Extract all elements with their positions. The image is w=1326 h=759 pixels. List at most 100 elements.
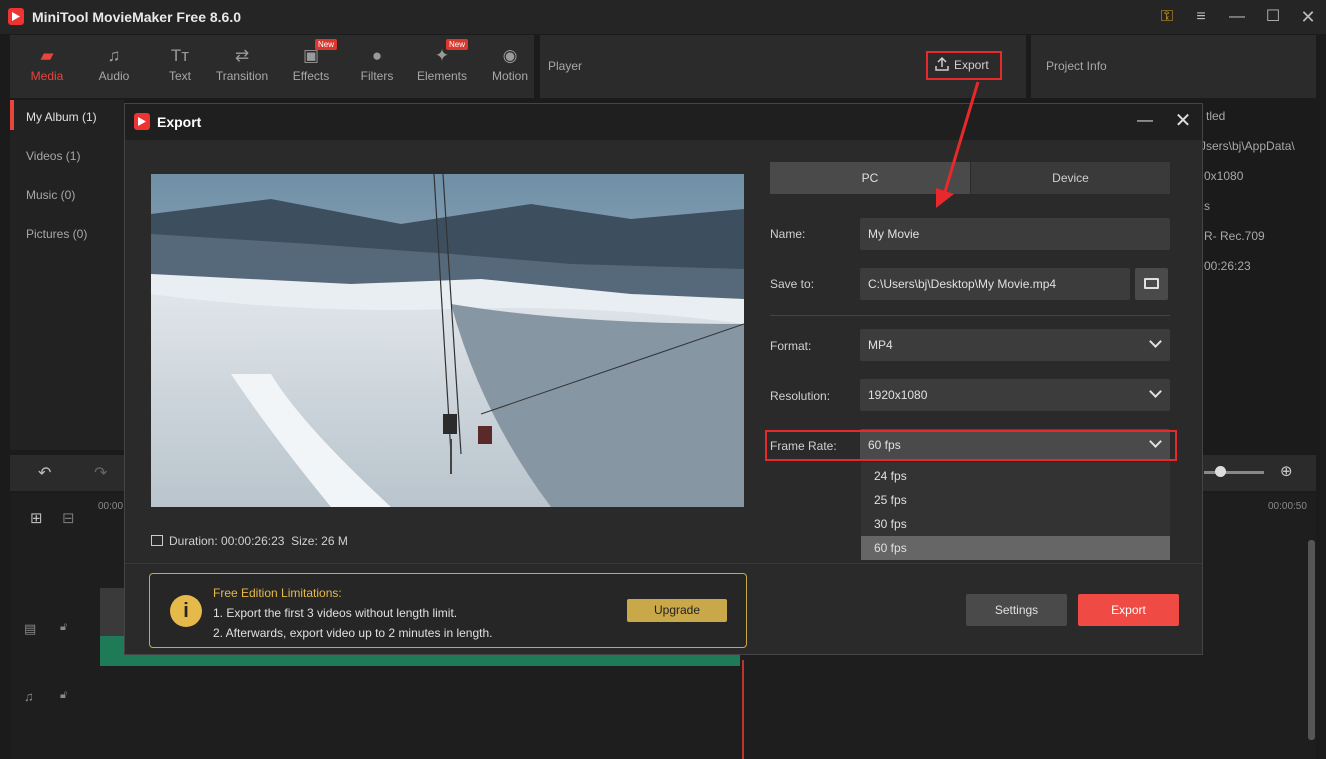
tab-audio[interactable]: ♫ Audio bbox=[82, 45, 146, 83]
fps-option-24[interactable]: 24 fps bbox=[861, 464, 1170, 488]
timeline-scrollbar[interactable] bbox=[1308, 540, 1315, 740]
audio-track-icon: ♫ bbox=[24, 689, 34, 704]
tab-text[interactable]: Tт Text bbox=[148, 45, 212, 83]
ruler-end: 00:00:50 bbox=[1268, 501, 1307, 512]
limitations-title: Free Edition Limitations: bbox=[213, 586, 342, 600]
media-toolbar: ▰ Media ♫ Audio Tт Text ⇄ Transition ▣ N… bbox=[10, 35, 534, 98]
menu-icon[interactable]: ≡ bbox=[1190, 6, 1212, 28]
tab-pc[interactable]: PC bbox=[770, 162, 970, 194]
new-badge: New bbox=[314, 39, 337, 50]
ruler-start: 00:00 bbox=[98, 501, 124, 512]
minimize-icon[interactable]: — bbox=[1133, 110, 1157, 134]
chevron-down-icon bbox=[1149, 385, 1162, 398]
film-icon bbox=[151, 535, 163, 546]
maximize-icon[interactable]: ☐ bbox=[1262, 6, 1284, 28]
video-track-icon: ▤ bbox=[24, 621, 37, 636]
tab-filters[interactable]: ● Filters bbox=[345, 45, 409, 83]
fps-option-60[interactable]: 60 fps bbox=[861, 536, 1170, 560]
tab-media[interactable]: ▰ Media bbox=[15, 45, 79, 83]
footer-divider bbox=[125, 563, 1202, 564]
active-indicator bbox=[10, 100, 14, 130]
tab-motion[interactable]: ◉ Motion bbox=[478, 45, 542, 83]
settings-button[interactable]: Settings bbox=[966, 594, 1067, 626]
media-item-my-album[interactable]: My Album (1) bbox=[26, 110, 97, 124]
video-preview bbox=[151, 174, 744, 507]
folder-icon bbox=[1144, 278, 1159, 289]
music-note-icon: ♫ bbox=[107, 46, 121, 65]
limitation-line-2: 2. Afterwards, export video up to 2 minu… bbox=[213, 626, 493, 640]
info-icon: i bbox=[170, 595, 202, 627]
player-panel: Player Export bbox=[540, 35, 1026, 98]
info-resolution-value: 0x1080 bbox=[1204, 169, 1244, 183]
dialog-title-bar: Export — ✕ bbox=[125, 104, 1202, 140]
info-path-value: Jsers\bj\AppData\ bbox=[1200, 139, 1295, 153]
media-item-music[interactable]: Music (0) bbox=[26, 188, 75, 202]
name-input[interactable]: My Movie bbox=[860, 218, 1170, 250]
saveto-input[interactable]: C:\Users\bj\Desktop\My Movie.mp4 bbox=[860, 268, 1130, 300]
media-item-pictures[interactable]: Pictures (0) bbox=[26, 227, 87, 241]
info-colorspace-value: R- Rec.709 bbox=[1204, 229, 1265, 243]
info-fps-value: s bbox=[1204, 199, 1210, 213]
tab-elements[interactable]: ✦ New Elements bbox=[410, 39, 474, 83]
format-select[interactable]: MP4 bbox=[860, 329, 1170, 361]
upgrade-button[interactable]: Upgrade bbox=[627, 599, 727, 622]
resolution-select[interactable]: 1920x1080 bbox=[860, 379, 1170, 411]
browse-folder-button[interactable] bbox=[1135, 268, 1168, 300]
free-edition-limitations: i Free Edition Limitations: 1. Export th… bbox=[149, 573, 747, 648]
undo-icon[interactable]: ↶ bbox=[38, 463, 51, 483]
filters-icon: ● bbox=[371, 46, 383, 65]
zoom-in-icon[interactable]: ⊕ bbox=[1280, 462, 1293, 480]
key-icon[interactable]: ⚿ bbox=[1156, 6, 1178, 28]
new-badge: New bbox=[445, 39, 468, 50]
player-label: Player bbox=[548, 59, 583, 73]
close-icon[interactable]: ✕ bbox=[1297, 6, 1319, 28]
framerate-dropdown: 24 fps 25 fps 30 fps 60 fps bbox=[861, 462, 1170, 560]
tab-transition[interactable]: ⇄ Transition bbox=[210, 45, 274, 83]
lock-icon[interactable]: 🔓︎ bbox=[60, 689, 67, 702]
chevron-down-icon bbox=[1149, 335, 1162, 348]
app-logo-icon bbox=[8, 8, 24, 25]
remove-track-icon[interactable]: ⊟ bbox=[62, 509, 75, 527]
project-info-label: Project Info bbox=[1046, 59, 1107, 73]
zoom-slider-track[interactable] bbox=[1204, 471, 1264, 474]
dialog-title: Export bbox=[157, 114, 202, 130]
resolution-label: Resolution: bbox=[770, 389, 831, 403]
export-button-top[interactable]: Export bbox=[926, 51, 1002, 80]
close-icon[interactable]: ✕ bbox=[1171, 110, 1195, 134]
media-icon: ▰ bbox=[40, 46, 54, 65]
format-label: Format: bbox=[770, 339, 812, 353]
media-list: My Album (1) Videos (1) Music (0) Pictur… bbox=[10, 100, 124, 450]
duration-info: Duration: 00:00:26:23 Size: 26 M bbox=[151, 534, 348, 548]
text-icon: Tт bbox=[170, 46, 190, 65]
export-dialog: Export — ✕ Duration: 00:00:26:23 Size: 2… bbox=[124, 103, 1203, 655]
title-bar: MiniTool MovieMaker Free 8.6.0 ⚿ ≡ — ☐ ✕ bbox=[0, 0, 1326, 34]
tab-device[interactable]: Device bbox=[971, 162, 1170, 194]
info-duration-value: 00:26:23 bbox=[1204, 259, 1251, 273]
app-title: MiniTool MovieMaker Free 8.6.0 bbox=[32, 9, 242, 25]
export-button[interactable]: Export bbox=[1078, 594, 1179, 626]
fps-option-30[interactable]: 30 fps bbox=[861, 512, 1170, 536]
zoom-slider-handle[interactable] bbox=[1215, 466, 1226, 477]
project-info-panel: Project Info bbox=[1031, 35, 1316, 98]
divider bbox=[770, 315, 1170, 316]
preview-image bbox=[151, 174, 744, 507]
duration-value: 00:00:26:23 bbox=[221, 534, 285, 548]
app-logo-icon bbox=[134, 113, 150, 130]
framerate-highlight-annotation bbox=[765, 430, 1177, 461]
redo-icon[interactable]: ↷ bbox=[94, 463, 107, 483]
lock-icon[interactable]: 🔓︎ bbox=[60, 621, 67, 634]
playhead[interactable] bbox=[742, 660, 744, 759]
limitation-line-1: 1. Export the first 3 videos without len… bbox=[213, 606, 458, 620]
transition-icon: ⇄ bbox=[234, 46, 250, 65]
saveto-label: Save to: bbox=[770, 277, 815, 291]
media-item-videos[interactable]: Videos (1) bbox=[26, 149, 80, 163]
minimize-icon[interactable]: — bbox=[1226, 6, 1248, 28]
add-track-icon[interactable]: ⊞ bbox=[30, 509, 43, 527]
motion-icon: ◉ bbox=[502, 46, 518, 65]
size-value: 26 M bbox=[321, 534, 348, 548]
tab-effects[interactable]: ▣ New Effects bbox=[279, 39, 343, 83]
name-label: Name: bbox=[770, 227, 806, 241]
upload-icon bbox=[935, 56, 949, 71]
info-title-value: tled bbox=[1206, 109, 1226, 123]
fps-option-25[interactable]: 25 fps bbox=[861, 488, 1170, 512]
